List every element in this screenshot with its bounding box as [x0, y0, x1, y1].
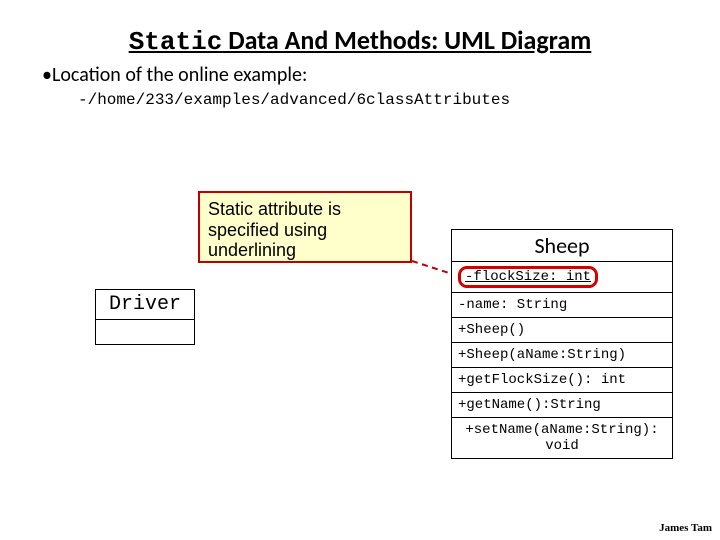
title-prefix: Static [129, 27, 223, 57]
sheep-title: Sheep [452, 230, 672, 262]
uml-class-sheep: Sheep -flockSize: int -name: String +She… [451, 229, 673, 459]
uml-class-driver: Driver [95, 289, 195, 345]
sheep-row-name: -name: String [452, 293, 672, 318]
sheep-row-getname: +getName():String [452, 393, 672, 418]
driver-body [96, 320, 194, 344]
driver-title: Driver [96, 290, 194, 320]
subbullet-path: -/home/233/examples/advanced/6classAttri… [0, 87, 720, 109]
static-attribute-highlight: -flockSize: int [458, 266, 598, 288]
bullet-location: •Location of the online example: [0, 57, 720, 87]
sheep-row-getflocksize: +getFlockSize(): int [452, 368, 672, 393]
title-rest: Data And Methods: UML Diagram [222, 24, 591, 56]
sheep-row-ctor0: +Sheep() [452, 318, 672, 343]
sheep-row-ctor1: +Sheep(aName:String) [452, 343, 672, 368]
slide-title: Static Data And Methods: UML Diagram [0, 0, 720, 57]
sheep-row-flocksize: -flockSize: int [452, 262, 672, 293]
author-credit: James Tam [659, 522, 712, 534]
sheep-row-setname: +setName(aName:String): void [452, 418, 672, 458]
callout-static-attribute: Static attribute is specified using unde… [198, 191, 412, 263]
